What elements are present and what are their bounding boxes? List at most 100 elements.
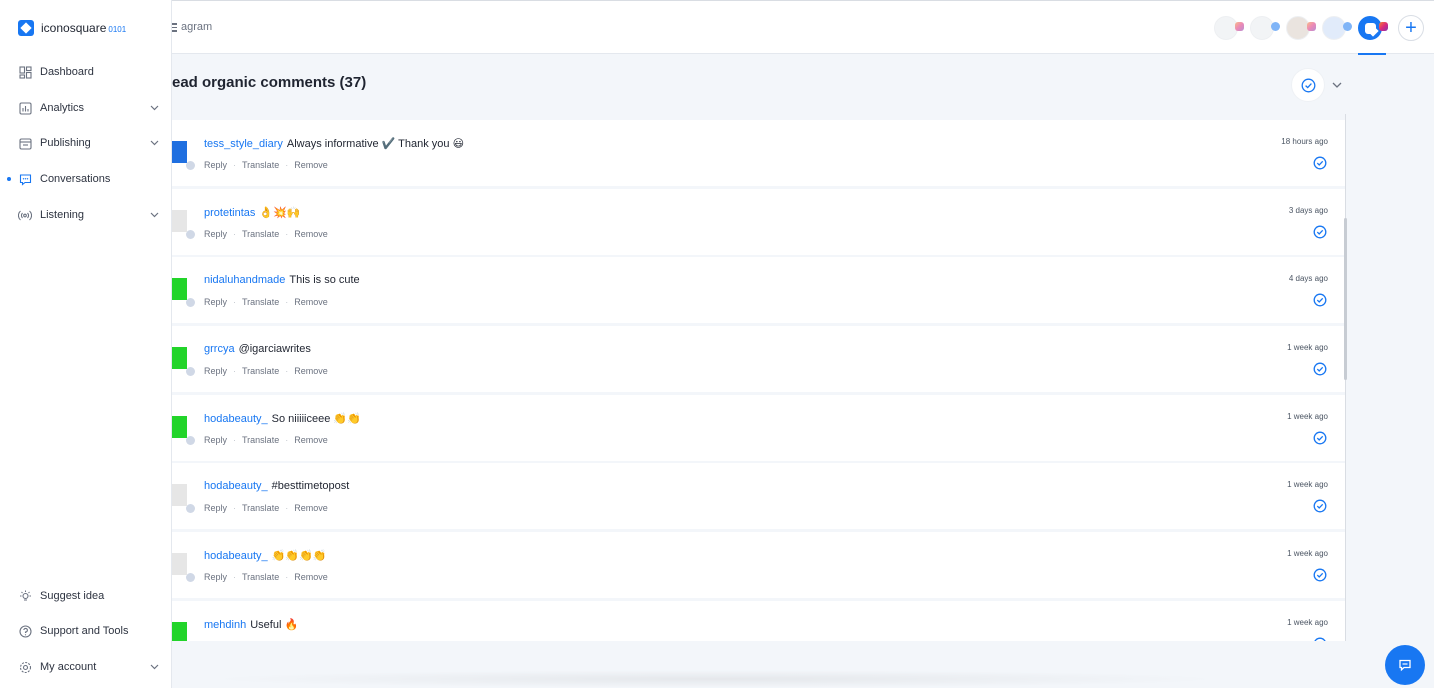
comment-row[interactable]: hodabeauty_ #besttimetopost Reply · Translat… [172,463,1345,529]
account-avatar[interactable] [1214,13,1246,43]
chevron-down-icon[interactable] [149,209,160,223]
comment-username[interactable]: protetintas [204,207,255,219]
instagram-icon [1379,22,1388,31]
mark-all-read-button[interactable] [1291,68,1325,102]
remove-button[interactable]: Remove [294,229,328,239]
sidebar-item-label: Listening [40,209,85,221]
active-indicator [7,177,11,181]
account-avatar[interactable] [1322,13,1354,43]
comment-content: hodabeauty_ #besttimetopost [204,480,349,492]
sidebar-item-listening[interactable]: Listening [0,203,172,227]
reply-button[interactable]: Reply [204,297,227,307]
app-logo[interactable]: iconosquare 0101 [18,20,126,36]
post-thumbnail[interactable] [172,484,187,506]
sidebar-item-conversations[interactable]: Conversations [0,167,172,191]
comment-username[interactable]: nidaluhandmade [204,274,285,286]
comment-timestamp: 1 week ago [1287,343,1328,352]
comment-text: Always informative ✔️ Thank you 😃 [286,138,465,150]
post-thumbnail[interactable] [172,141,187,163]
comment-row[interactable]: nidaluhandmade This is so cute Reply · Trans… [172,257,1345,323]
broadcast-icon [18,208,32,222]
comment-username[interactable]: hodabeauty_ [204,480,268,492]
chevron-down-icon[interactable] [149,661,160,675]
comment-timestamp: 18 hours ago [1281,137,1328,146]
account-avatar[interactable] [1250,13,1282,43]
sidebar-item-my-account[interactable]: My account [0,655,172,679]
translate-button[interactable]: Translate [242,503,279,513]
post-thumbnail[interactable] [172,416,187,438]
translate-button[interactable]: Translate [242,229,279,239]
remove-button[interactable]: Remove [294,503,328,513]
comment-row[interactable]: mehdinhUseful 🔥Reply·Translate·Remove1 w… [172,601,1345,641]
add-account-button[interactable]: + [1398,15,1424,41]
comment-row[interactable]: tess_style_diary Always informative ✔️ Th… [172,120,1345,186]
post-thumbnail[interactable] [172,210,187,232]
reply-button[interactable]: Reply [204,503,227,513]
chevron-down-icon[interactable] [149,137,160,151]
separator: · [233,435,237,445]
comment-text: #besttimetopost [271,480,350,492]
support-chat-button[interactable] [1385,645,1425,685]
sidebar-item-suggest-idea[interactable]: Suggest idea [0,584,172,608]
sidebar-item-label: Conversations [40,173,111,185]
user-avatar-icon [186,367,195,376]
remove-button[interactable]: Remove [294,297,328,307]
comment-row[interactable]: hodabeauty_ So niiiiiceee 👏👏 Reply · Transla… [172,395,1345,461]
comment-content: tess_style_diary Always informative ✔️ Th… [204,137,464,150]
sidebar-item-publishing[interactable]: Publishing [0,131,172,155]
comment-row[interactable]: grrcya @igarciawrites Reply · Translate · Remo… [172,326,1345,392]
comment-username[interactable]: mehdinh [204,619,246,631]
comment-text: @igarciawrites [238,343,311,355]
reply-button[interactable]: Reply [204,366,227,376]
mark-as-read-button[interactable] [1313,225,1327,239]
mark-as-read-button[interactable] [1313,362,1327,376]
mark-as-read-button[interactable] [1313,293,1327,307]
mark-as-read-button[interactable] [1313,499,1327,513]
post-thumbnail[interactable] [172,553,187,575]
mark-as-read-button[interactable] [1313,637,1327,641]
comment-username[interactable]: hodabeauty_ [204,413,268,425]
comment-content: hodabeauty_ 👏👏👏👏 [204,549,326,562]
scrollbar[interactable] [1344,218,1347,380]
remove-button[interactable]: Remove [294,435,328,445]
user-avatar-icon [186,230,195,239]
sidebar-item-dashboard[interactable]: Dashboard [0,60,172,84]
collapse-section-button[interactable] [1331,78,1343,96]
comment-actions: Reply · Translate · Remove [204,435,328,445]
comment-row[interactable]: protetintas 👌💥🙌 Reply · Translate · Remove 3 da… [172,189,1345,255]
account-avatar[interactable] [1286,13,1318,43]
post-thumbnail[interactable] [172,347,187,369]
reply-button[interactable]: Reply [204,435,227,445]
separator: · [233,503,237,513]
post-thumbnail[interactable] [172,622,187,641]
translate-button[interactable]: Translate [242,366,279,376]
mark-as-read-button[interactable] [1313,568,1327,582]
reply-button[interactable]: Reply [204,229,227,239]
translate-button[interactable]: Translate [242,435,279,445]
reply-button[interactable]: Reply [204,572,227,582]
comment-username[interactable]: tess_style_diary [204,138,283,150]
mark-as-read-button[interactable] [1313,156,1327,170]
post-thumbnail[interactable] [172,278,187,300]
sidebar-item-analytics[interactable]: Analytics [0,96,172,120]
translate-button[interactable]: Translate [242,572,279,582]
comment-row[interactable]: hodabeauty_ 👏👏👏👏 Reply · Translate · Remove 1 w… [172,532,1345,598]
sidebar-item-support[interactable]: Support and Tools [0,619,172,643]
check-circle-icon [1313,362,1327,376]
chevron-down-icon[interactable] [149,102,160,116]
remove-button[interactable]: Remove [294,366,328,376]
comment-content: protetintas 👌💥🙌 [204,206,300,219]
translate-button[interactable]: Translate [242,297,279,307]
reply-button[interactable]: Reply [204,160,227,170]
remove-button[interactable]: Remove [294,160,328,170]
comment-username[interactable]: hodabeauty_ [204,550,268,562]
mark-as-read-button[interactable] [1313,431,1327,445]
remove-button[interactable]: Remove [294,572,328,582]
instagram-icon [1235,22,1244,31]
comment-timestamp: 4 days ago [1288,274,1328,283]
account-avatar-active[interactable] [1358,13,1390,55]
comment-username[interactable]: grrcya [204,343,235,355]
separator: · [285,572,289,582]
comments-list[interactable]: tess_style_diary Always informative ✔️ Th… [172,114,1346,641]
translate-button[interactable]: Translate [242,160,279,170]
